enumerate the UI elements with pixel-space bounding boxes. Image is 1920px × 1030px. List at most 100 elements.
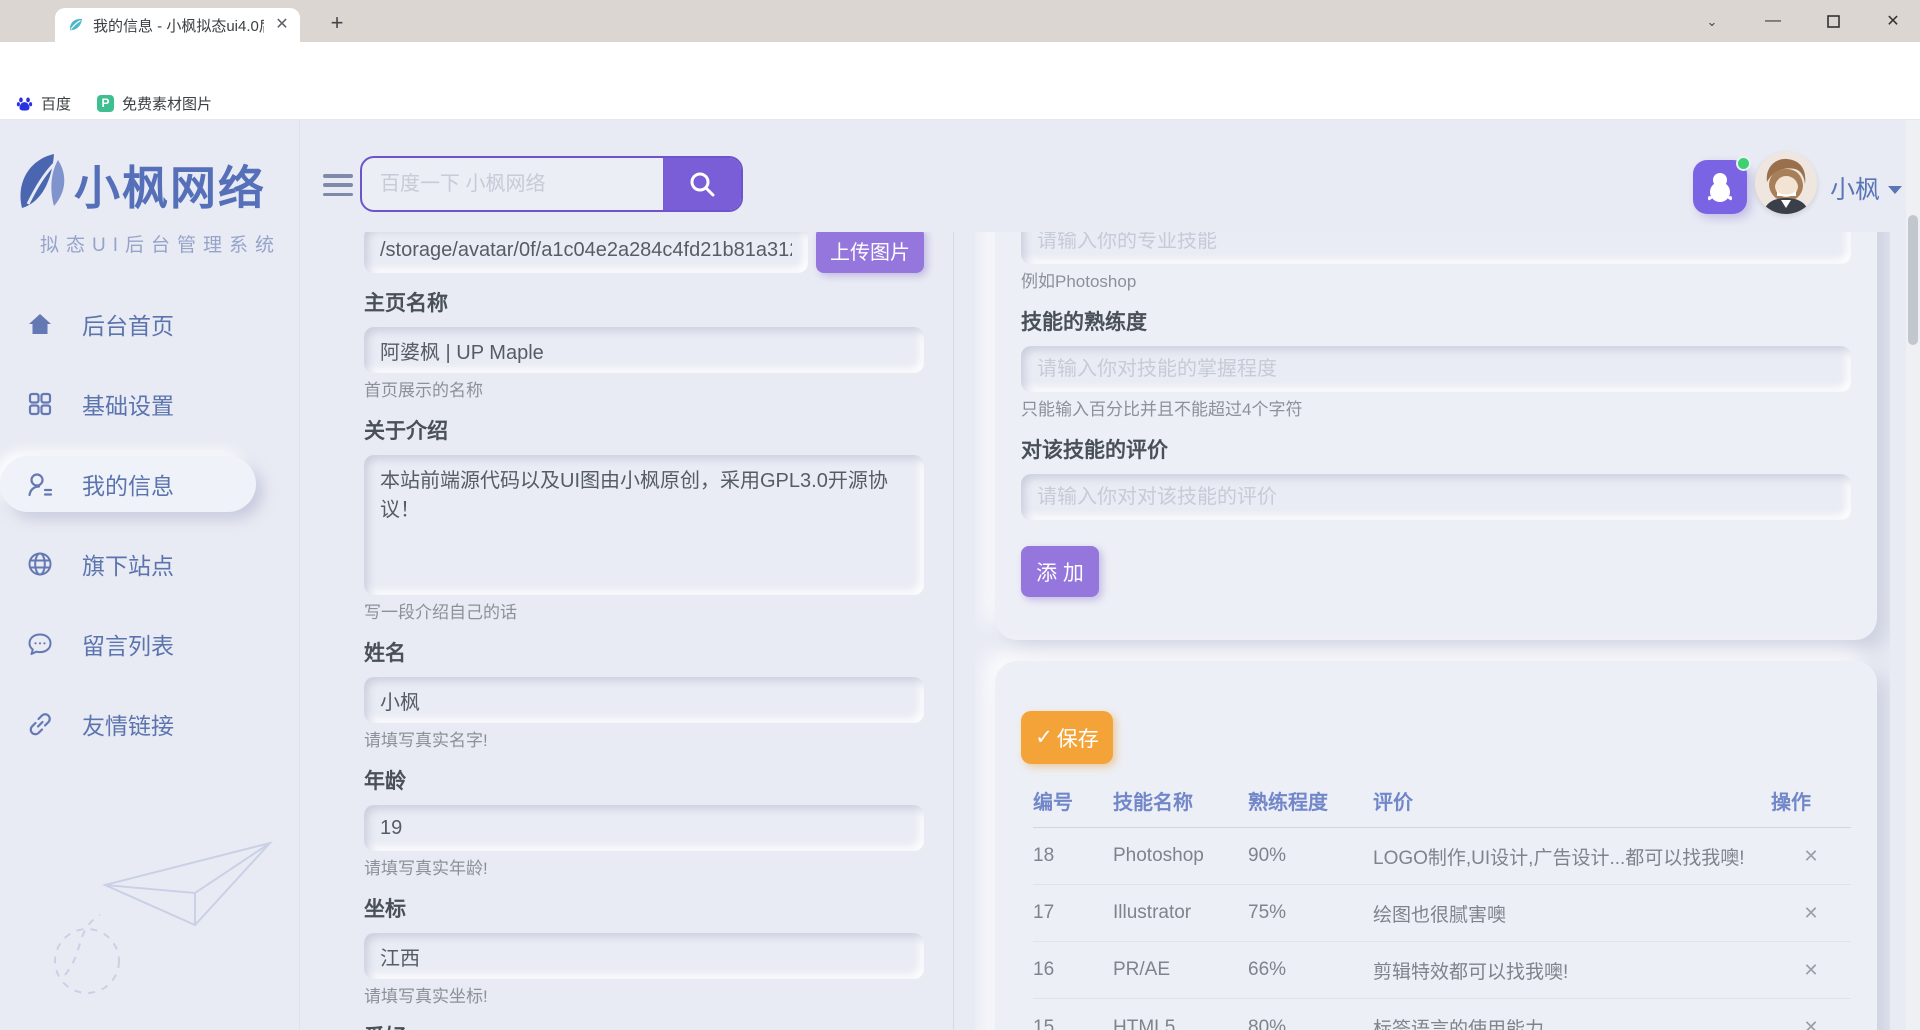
check-icon: ✓: [1035, 725, 1053, 750]
sidebar-item[interactable]: 留言列表: [0, 616, 256, 672]
field-label: 年龄: [364, 769, 924, 795]
col-header-actions: 操作: [1771, 786, 1851, 815]
col-header-level: 熟练程度: [1248, 786, 1373, 815]
sidebar-item-label: 友情链接: [82, 707, 174, 741]
search-button[interactable]: [663, 158, 741, 210]
form-field: 关于介绍 本站前端源代码以及UI图由小枫原创，采用GPL3.0开源协议！ 写一段…: [364, 419, 924, 623]
bookmark-label: 百度: [41, 93, 71, 114]
profile-fields: 主页名称 首页展示的名称 关于介绍 本站前端源代码以及UI图由小枫原创，采用GP…: [364, 291, 924, 1030]
skill-level-input[interactable]: [1021, 346, 1851, 392]
field-input[interactable]: [364, 933, 924, 979]
scrollbar-thumb[interactable]: [1908, 215, 1918, 345]
cell-skill-name: Illustrator: [1113, 902, 1248, 924]
sidebar-item-label: 基础设置: [82, 387, 174, 421]
sidebar: 小枫网络 拟态UI后台管理系统 后台首页 基础设置 我的信息: [0, 120, 300, 1030]
cell-comment: 绘图也很腻害噢: [1373, 900, 1771, 927]
notification-status-dot: [1736, 156, 1751, 171]
cell-skill-name: PR/AE: [1113, 959, 1248, 981]
sidebar-item-label: 我的信息: [82, 467, 174, 501]
browser-tabbar: 我的信息 - 小枫拟态ui4.0后台管 ✕ + ⌄ — ✕: [0, 0, 1920, 42]
logo-title: 小枫网络: [74, 152, 266, 218]
cell-level: 80%: [1248, 1017, 1373, 1030]
sidebar-item[interactable]: 基础设置: [0, 376, 256, 432]
add-skill-card: 例如Photoshop 技能的熟练度 只能输入百分比并且不能超过4个字符 对该技…: [995, 232, 1877, 640]
sidebar-item[interactable]: 后台首页: [0, 296, 256, 352]
profile-form-panel: 上传图片 主页名称 首页展示的名称 关于介绍 本站前端源代码以及UI: [330, 232, 954, 1030]
field-input[interactable]: [364, 677, 924, 723]
browser-toolbar: ← → ↻ nitai4.xfwl.club/admin/information…: [0, 42, 1920, 88]
sidebar-item[interactable]: 友情链接: [0, 696, 256, 752]
cell-id: 18: [1033, 845, 1113, 867]
bookmark-free-images[interactable]: P 免费素材图片: [97, 93, 212, 114]
bookmark-baidu[interactable]: 百度: [16, 93, 71, 114]
search-input[interactable]: [362, 158, 663, 210]
user-icon: [26, 470, 54, 498]
maximize-icon: [1827, 15, 1840, 28]
form-field: 坐标 请填写真实坐标!: [364, 897, 924, 1007]
delete-skill-button[interactable]: ✕: [1803, 846, 1818, 867]
skills-panel: 例如Photoshop 技能的熟练度 只能输入百分比并且不能超过4个字符 对该技…: [975, 232, 1890, 1030]
window-minimize-button[interactable]: —: [1750, 0, 1796, 42]
field-input[interactable]: [364, 805, 924, 851]
user-avatar[interactable]: [1755, 152, 1817, 214]
form-field: 爱好: [364, 1025, 924, 1030]
sidebar-item-label: 留言列表: [82, 627, 174, 661]
delete-skill-button[interactable]: ✕: [1803, 960, 1818, 981]
cell-comment: 剪辑特效都可以找我噢!: [1373, 957, 1771, 984]
sidebar-item[interactable]: 我的信息: [0, 456, 256, 512]
cell-comment: 标签语言的使用能力: [1373, 1014, 1771, 1030]
table-body: 18 Photoshop 90% LOGO制作,UI设计,广告设计...都可以找…: [1033, 828, 1851, 1030]
delete-skill-button[interactable]: ✕: [1803, 1017, 1818, 1030]
table-row: 16 PR/AE 66% 剪辑特效都可以找我噢! ✕: [1033, 942, 1851, 999]
cell-id: 17: [1033, 902, 1113, 924]
cell-skill-name: HTML5: [1113, 1017, 1248, 1030]
skill-level-help-text: 只能输入百分比并且不能超过4个字符: [1021, 400, 1851, 420]
field-help-text: 写一段介绍自己的话: [364, 603, 924, 623]
sidebar-item[interactable]: 旗下站点: [0, 536, 256, 592]
form-field: 姓名 请填写真实名字!: [364, 641, 924, 751]
skill-name-input[interactable]: [1021, 232, 1851, 264]
message-icon: [26, 630, 54, 658]
skill-comment-input[interactable]: [1021, 474, 1851, 520]
table-row: 18 Photoshop 90% LOGO制作,UI设计,广告设计...都可以找…: [1033, 828, 1851, 885]
col-header-id: 编号: [1033, 786, 1113, 815]
skills-table-card: ✓保存 编号 技能名称 熟练程度 评价 操作 18 Photoshop: [995, 661, 1877, 1030]
field-help-text: 请填写真实名字!: [364, 731, 924, 751]
new-tab-button[interactable]: +: [322, 9, 352, 39]
qq-notification-button[interactable]: [1693, 160, 1747, 214]
field-textarea[interactable]: 本站前端源代码以及UI图由小枫原创，采用GPL3.0开源协议！: [364, 455, 924, 595]
field-input[interactable]: [364, 327, 924, 373]
tab-search-chevron-icon[interactable]: ⌄: [1700, 10, 1724, 34]
menu-toggle-button[interactable]: [323, 174, 353, 196]
admin-app: 小枫网络 拟态UI后台管理系统 后台首页 基础设置 我的信息: [0, 120, 1920, 1030]
sidebar-menu: 后台首页 基础设置 我的信息 旗下站点: [0, 296, 300, 776]
skill-level-label: 技能的熟练度: [1021, 310, 1851, 336]
skill-help-text: 例如Photoshop: [1021, 272, 1851, 292]
sidebar-item-label: 旗下站点: [82, 547, 174, 581]
field-label: 坐标: [364, 897, 924, 923]
table-row: 17 Illustrator 75% 绘图也很腻害噢 ✕: [1033, 885, 1851, 942]
add-skill-button[interactable]: 添 加: [1021, 546, 1099, 597]
upload-image-button[interactable]: 上传图片: [816, 232, 924, 273]
field-label: 爱好: [364, 1025, 924, 1030]
search-bar: [360, 156, 743, 212]
delete-skill-button[interactable]: ✕: [1803, 903, 1818, 924]
logo-leaf-icon: [14, 150, 72, 216]
home-icon: [26, 310, 54, 338]
browser-tab[interactable]: 我的信息 - 小枫拟态ui4.0后台管 ✕: [55, 8, 300, 42]
grid-icon: [26, 390, 54, 418]
page-scrollbar[interactable]: [1906, 120, 1920, 1030]
logo-subtitle: 拟态UI后台管理系统: [40, 230, 281, 257]
avatar-path-input[interactable]: [364, 232, 808, 273]
username-text: 小枫: [1830, 170, 1880, 206]
tab-close-icon[interactable]: ✕: [272, 15, 292, 35]
save-button[interactable]: ✓保存: [1021, 711, 1113, 764]
p-site-icon: P: [97, 95, 114, 112]
window-close-button[interactable]: ✕: [1870, 0, 1916, 42]
chevron-down-icon: [1888, 186, 1902, 194]
cell-comment: LOGO制作,UI设计,广告设计...都可以找我噢!: [1373, 843, 1771, 870]
form-field: 主页名称 首页展示的名称: [364, 291, 924, 401]
window-maximize-button[interactable]: [1810, 0, 1856, 42]
username-dropdown[interactable]: 小枫: [1830, 170, 1902, 206]
col-header-comment: 评价: [1373, 786, 1771, 815]
